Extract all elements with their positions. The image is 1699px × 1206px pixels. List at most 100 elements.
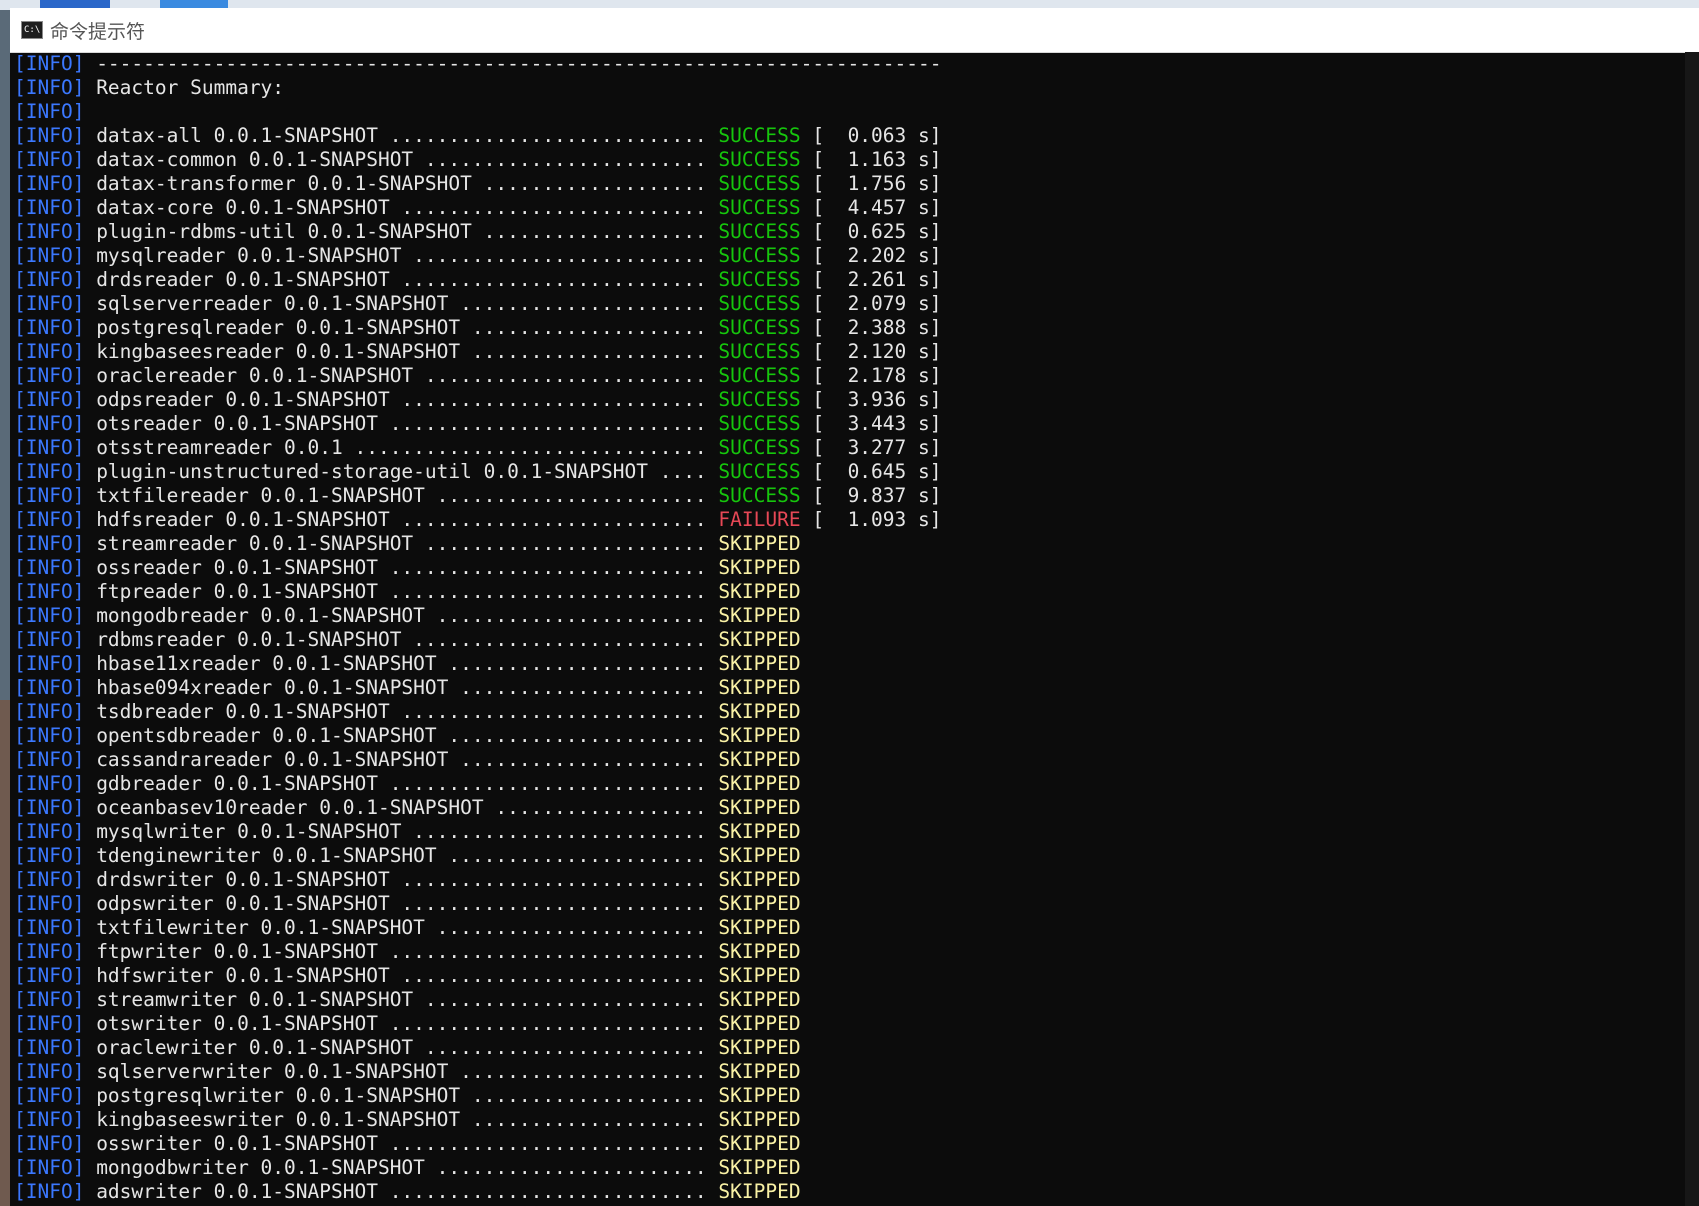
info-log-tag: [INFO] [14, 196, 85, 219]
console-line: [INFO] txtfilewriter 0.0.1-SNAPSHOT ....… [14, 916, 1694, 940]
build-duration: [ 9.837 s] [800, 484, 942, 507]
console-line: [INFO] oraclewriter 0.0.1-SNAPSHOT .....… [14, 1036, 1694, 1060]
build-status-skipped: SKIPPED [718, 556, 801, 579]
console-line: [INFO] streamwriter 0.0.1-SNAPSHOT .....… [14, 988, 1694, 1012]
build-duration: [ 0.625 s] [800, 220, 942, 243]
log-message: Reactor Summary: [84, 76, 285, 99]
log-message: hbase094xreader 0.0.1-SNAPSHOT .........… [84, 676, 719, 699]
build-status-skipped: SKIPPED [718, 1108, 801, 1131]
build-status-failure: FAILURE [718, 508, 801, 531]
log-message: ----------------------------------------… [84, 52, 942, 75]
console-line: [INFO] mysqlwriter 0.0.1-SNAPSHOT ......… [14, 820, 1694, 844]
log-message: tsdbreader 0.0.1-SNAPSHOT ..............… [84, 700, 719, 723]
info-log-tag: [INFO] [14, 172, 85, 195]
log-message: mysqlwriter 0.0.1-SNAPSHOT .............… [84, 820, 719, 843]
console-line: [INFO] streamreader 0.0.1-SNAPSHOT .....… [14, 532, 1694, 556]
build-status-success: SUCCESS [718, 292, 801, 315]
info-log-tag: [INFO] [14, 1132, 85, 1155]
build-duration: [ 2.079 s] [800, 292, 942, 315]
console-line: [INFO] otsreader 0.0.1-SNAPSHOT ........… [14, 412, 1694, 436]
build-status-success: SUCCESS [718, 484, 801, 507]
console-line: [INFO] ---------------------------------… [14, 52, 1694, 76]
info-log-tag: [INFO] [14, 700, 85, 723]
console-line: [INFO] plugin-unstructured-storage-util … [14, 460, 1694, 484]
info-log-tag: [INFO] [14, 436, 85, 459]
build-status-skipped: SKIPPED [718, 1084, 801, 1107]
console-line: [INFO] cassandrareader 0.0.1-SNAPSHOT ..… [14, 748, 1694, 772]
build-duration: [ 2.261 s] [800, 268, 942, 291]
build-duration: [ 3.936 s] [800, 388, 942, 411]
build-duration: [ 2.202 s] [800, 244, 942, 267]
build-status-skipped: SKIPPED [718, 916, 801, 939]
info-log-tag: [INFO] [14, 964, 85, 987]
console-line: [INFO] mongodbwriter 0.0.1-SNAPSHOT ....… [14, 1156, 1694, 1180]
log-message: tdenginewriter 0.0.1-SNAPSHOT ..........… [84, 844, 719, 867]
info-log-tag: [INFO] [14, 340, 85, 363]
log-message: postgresqlreader 0.0.1-SNAPSHOT ........… [84, 316, 719, 339]
console-line: [INFO] ossreader 0.0.1-SNAPSHOT ........… [14, 556, 1694, 580]
build-status-skipped: SKIPPED [718, 1132, 801, 1155]
console-line: [INFO] ftpreader 0.0.1-SNAPSHOT ........… [14, 580, 1694, 604]
console-line: [INFO] datax-common 0.0.1-SNAPSHOT .....… [14, 148, 1694, 172]
log-message: mongodbreader 0.0.1-SNAPSHOT ...........… [84, 604, 719, 627]
console-line: [INFO] odpsreader 0.0.1-SNAPSHOT .......… [14, 388, 1694, 412]
info-log-tag: [INFO] [14, 580, 85, 603]
build-status-skipped: SKIPPED [718, 796, 801, 819]
console-line: [INFO] tsdbreader 0.0.1-SNAPSHOT .......… [14, 700, 1694, 724]
log-message: postgresqlwriter 0.0.1-SNAPSHOT ........… [84, 1084, 719, 1107]
info-log-tag: [INFO] [14, 460, 85, 483]
build-status-skipped: SKIPPED [718, 1060, 801, 1083]
info-log-tag: [INFO] [14, 1180, 85, 1202]
console-line: [INFO] drdsreader 0.0.1-SNAPSHOT .......… [14, 268, 1694, 292]
console-line: [INFO] opentsdbreader 0.0.1-SNAPSHOT ...… [14, 724, 1694, 748]
info-log-tag: [INFO] [14, 748, 85, 771]
log-message: cassandrareader 0.0.1-SNAPSHOT .........… [84, 748, 719, 771]
info-log-tag: [INFO] [14, 124, 85, 147]
info-log-tag: [INFO] [14, 868, 85, 891]
info-log-tag: [INFO] [14, 1156, 85, 1179]
build-status-skipped: SKIPPED [718, 772, 801, 795]
log-message: datax-common 0.0.1-SNAPSHOT ............… [84, 148, 719, 171]
info-log-tag: [INFO] [14, 532, 85, 555]
build-status-skipped: SKIPPED [718, 1156, 801, 1179]
console-scrollbar[interactable] [1685, 52, 1699, 1206]
log-message: oraclewriter 0.0.1-SNAPSHOT ............… [84, 1036, 719, 1059]
log-message: txtfilereader 0.0.1-SNAPSHOT ...........… [84, 484, 719, 507]
build-status-success: SUCCESS [718, 244, 801, 267]
console-line: [INFO] kingbaseesreader 0.0.1-SNAPSHOT .… [14, 340, 1694, 364]
console-line: [INFO] mysqlreader 0.0.1-SNAPSHOT ......… [14, 244, 1694, 268]
build-duration: [ 1.756 s] [800, 172, 942, 195]
build-status-skipped: SKIPPED [718, 988, 801, 1011]
build-status-success: SUCCESS [718, 172, 801, 195]
log-message: odpswriter 0.0.1-SNAPSHOT ..............… [84, 892, 719, 915]
build-status-skipped: SKIPPED [718, 532, 801, 555]
info-log-tag: [INFO] [14, 1036, 85, 1059]
console-output[interactable]: [INFO] ---------------------------------… [14, 52, 1694, 1202]
build-status-skipped: SKIPPED [718, 1180, 801, 1202]
log-message: hdfsreader 0.0.1-SNAPSHOT ..............… [84, 508, 719, 531]
build-status-skipped: SKIPPED [718, 724, 801, 747]
log-message: otswriter 0.0.1-SNAPSHOT ...............… [84, 1012, 719, 1035]
console-line: [INFO] oraclereader 0.0.1-SNAPSHOT .....… [14, 364, 1694, 388]
info-log-tag: [INFO] [14, 604, 85, 627]
console-line: [INFO] sqlserverreader 0.0.1-SNAPSHOT ..… [14, 292, 1694, 316]
log-message: mysqlreader 0.0.1-SNAPSHOT .............… [84, 244, 719, 267]
info-log-tag: [INFO] [14, 508, 85, 531]
window-titlebar[interactable]: C:\ 命令提示符 [10, 8, 1699, 53]
info-log-tag: [INFO] [14, 148, 85, 171]
console-line: [INFO] drdswriter 0.0.1-SNAPSHOT .......… [14, 868, 1694, 892]
build-duration: [ 1.163 s] [800, 148, 942, 171]
build-duration: [ 2.178 s] [800, 364, 942, 387]
build-status-skipped: SKIPPED [718, 940, 801, 963]
build-duration: [ 2.388 s] [800, 316, 942, 339]
build-status-skipped: SKIPPED [718, 676, 801, 699]
info-log-tag: [INFO] [14, 412, 85, 435]
console-line: [INFO] hdfswriter 0.0.1-SNAPSHOT .......… [14, 964, 1694, 988]
info-log-tag: [INFO] [14, 292, 85, 315]
build-status-success: SUCCESS [718, 364, 801, 387]
log-message: kingbaseeswriter 0.0.1-SNAPSHOT ........… [84, 1108, 719, 1131]
log-message: odpsreader 0.0.1-SNAPSHOT ..............… [84, 388, 719, 411]
desktop-background-edge [0, 700, 10, 1206]
build-status-skipped: SKIPPED [718, 628, 801, 651]
build-status-skipped: SKIPPED [718, 1036, 801, 1059]
